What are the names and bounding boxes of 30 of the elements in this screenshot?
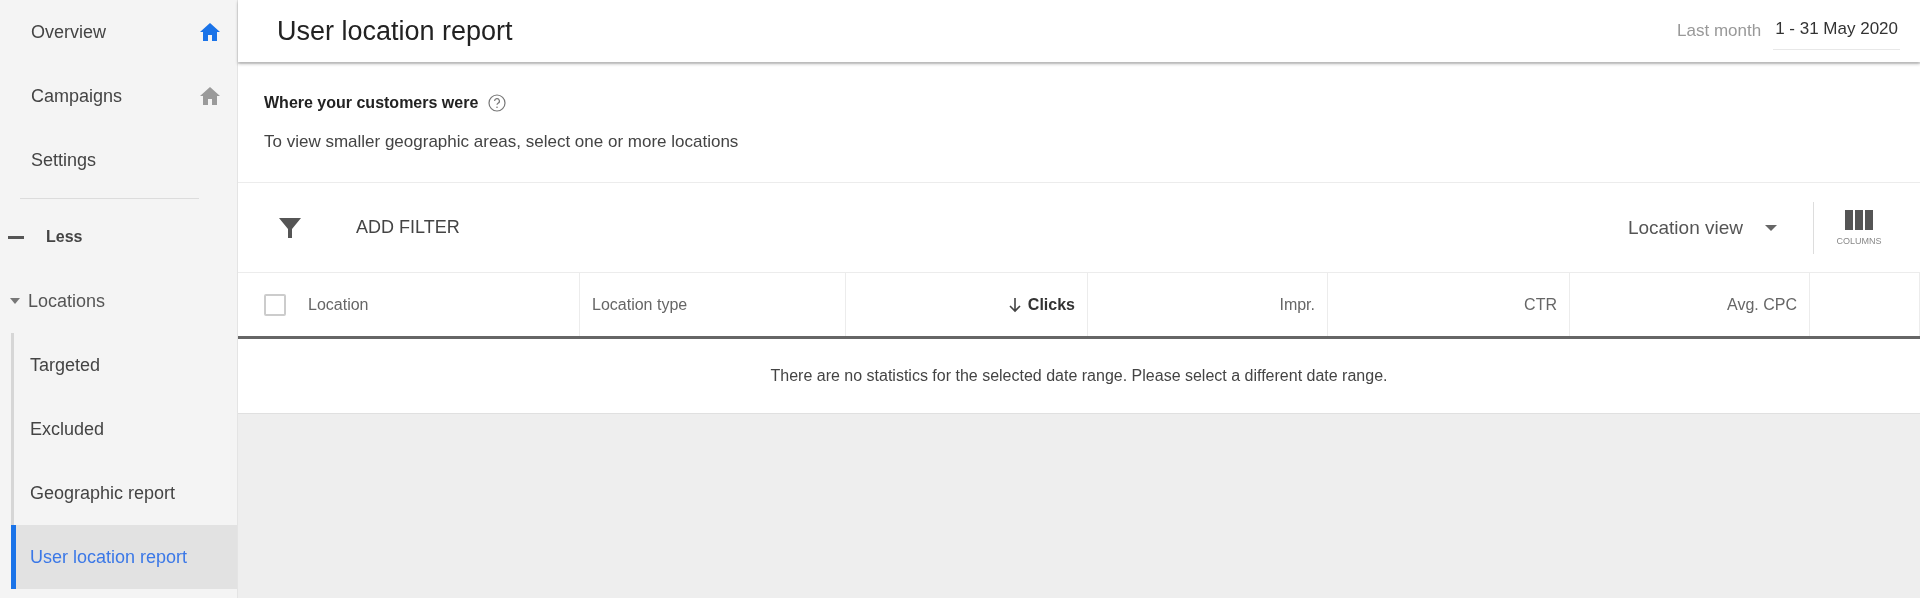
columns-icon	[1845, 209, 1873, 230]
page-title: User location report	[277, 15, 513, 47]
column-header[interactable]: Location type	[592, 295, 688, 314]
locations-group[interactable]: Locations	[0, 269, 237, 333]
add-filter-button[interactable]: ADD FILTER	[350, 216, 466, 239]
date-label: Last month	[1677, 21, 1762, 41]
select-all-checkbox[interactable]	[264, 293, 286, 316]
minus-icon	[8, 235, 24, 239]
filter-icon[interactable]	[278, 215, 302, 240]
home-icon[interactable]	[199, 22, 221, 42]
nav-item[interactable]: Campaigns	[0, 64, 237, 128]
sort-down-arrow-icon	[1007, 296, 1022, 313]
column-header[interactable]: Impr.	[1279, 295, 1315, 314]
nav-item[interactable]: Overview	[0, 0, 237, 64]
help-icon[interactable]	[488, 94, 507, 112]
column-header[interactable]: Location	[308, 295, 369, 314]
home-icon[interactable]	[199, 86, 221, 106]
section-subtitle: To view smaller geographic areas, select one or more locations	[264, 132, 740, 152]
empty-message: There are no statistics for the selected date range. Please select a different date range.	[770, 367, 1388, 385]
less-toggle[interactable]: Less	[0, 205, 237, 269]
nav-item[interactable]: Settings	[0, 128, 237, 192]
caret-icon	[1765, 224, 1777, 231]
column-header[interactable]: Clicks	[1027, 295, 1075, 314]
columns-button[interactable]: COLUMNS	[1814, 209, 1904, 246]
column-header[interactable]: Avg. CPC	[1727, 295, 1797, 314]
section-heading: Where your customers were	[264, 94, 479, 112]
caret-icon	[10, 298, 20, 304]
date-range-picker[interactable]: 1 - 31 May 2020	[1773, 12, 1900, 50]
column-header[interactable]: CTR	[1524, 295, 1557, 314]
view-dropdown[interactable]: Location view	[1621, 215, 1783, 240]
